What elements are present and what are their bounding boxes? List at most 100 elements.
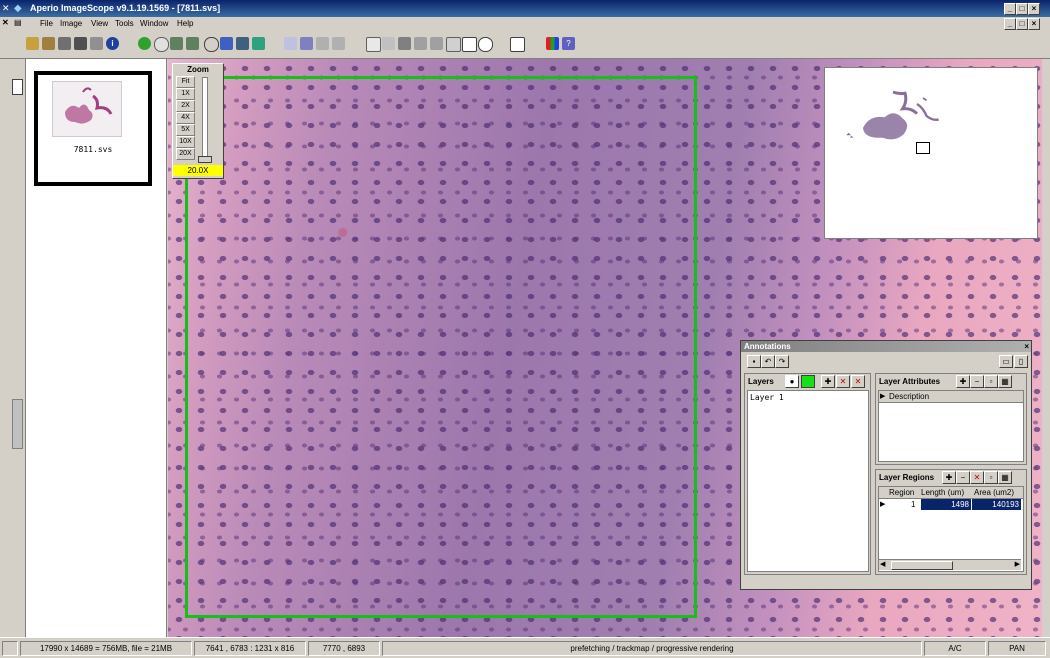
- select-arrow-icon[interactable]: [382, 37, 395, 50]
- sync-all-icon[interactable]: [186, 37, 199, 50]
- panel-toggle-button[interactable]: [12, 79, 23, 95]
- minimize-button[interactable]: _: [1004, 3, 1016, 15]
- ellipse-tool-icon[interactable]: [478, 37, 493, 52]
- zoom-2x-button[interactable]: 2X: [176, 100, 195, 112]
- maximize-button[interactable]: □: [1016, 3, 1028, 15]
- row-pointer-icon: ▶: [880, 393, 886, 400]
- slide-thumbnail-panel: 7811.svs: [26, 59, 167, 637]
- text-tool-icon[interactable]: [510, 37, 525, 52]
- layout-vertical-icon[interactable]: ▯: [1014, 355, 1028, 368]
- slide-thumbnail[interactable]: 7811.svs: [34, 71, 152, 186]
- area-column-header[interactable]: Area (um2): [974, 488, 1014, 497]
- menu-file[interactable]: File: [40, 19, 53, 28]
- open-slide-icon[interactable]: [42, 37, 55, 50]
- delete-layer-icon[interactable]: ✕: [836, 375, 850, 388]
- analysis-icon[interactable]: [332, 37, 345, 50]
- length-column-header[interactable]: Length (um): [921, 488, 964, 497]
- scroll-right-icon[interactable]: ▶: [1015, 560, 1020, 568]
- remove-region-icon[interactable]: −: [956, 471, 970, 484]
- layer-attributes-table: ▶ Description: [878, 390, 1024, 462]
- description-column-header[interactable]: Description: [889, 392, 929, 401]
- length-cell: 1498: [921, 499, 971, 510]
- ruler-icon[interactable]: [446, 37, 461, 52]
- region-info-icon[interactable]: ▫: [984, 471, 998, 484]
- arrow-tool-icon[interactable]: [494, 37, 507, 50]
- thumbnail-image: [52, 81, 122, 137]
- zoom-5x-button[interactable]: 5X: [176, 124, 195, 136]
- negative-pen-icon[interactable]: [430, 37, 443, 50]
- doc-restore-button[interactable]: □: [1016, 18, 1028, 30]
- redo-icon[interactable]: ↷: [775, 355, 789, 368]
- open-folder-icon[interactable]: [26, 37, 39, 50]
- menu-tools[interactable]: Tools: [115, 19, 134, 28]
- add-attribute-icon[interactable]: ✚: [956, 375, 970, 388]
- zoom-fit-button[interactable]: Fit: [176, 76, 195, 88]
- thumbnail-icon[interactable]: [236, 37, 249, 50]
- gutter-tools[interactable]: [12, 569, 21, 609]
- attribute-grid-icon[interactable]: ▦: [998, 375, 1012, 388]
- remove-attribute-icon[interactable]: −: [970, 375, 984, 388]
- layer-color-swatch[interactable]: [801, 375, 815, 388]
- annotations-close-icon[interactable]: ×: [1024, 341, 1029, 352]
- region-column-header[interactable]: Region: [889, 488, 914, 497]
- zoom-1x-button[interactable]: 1X: [176, 88, 195, 100]
- zoom-title: Zoom: [187, 65, 209, 74]
- doc-close-button[interactable]: ×: [1028, 18, 1040, 30]
- zoom-20x-button[interactable]: 20X: [176, 148, 195, 160]
- regions-horizontal-scrollbar[interactable]: ◀ ▶: [879, 559, 1021, 570]
- rectangle-annotation[interactable]: [185, 76, 697, 618]
- rectangle-tool-icon[interactable]: [462, 37, 477, 52]
- play-icon[interactable]: [138, 37, 151, 50]
- region-grid-icon[interactable]: ▦: [998, 471, 1012, 484]
- undo-icon[interactable]: ↶: [761, 355, 775, 368]
- zoom-10x-button[interactable]: 10X: [176, 136, 195, 148]
- info-icon[interactable]: i: [106, 37, 119, 50]
- overview-viewport-box[interactable]: [916, 142, 930, 154]
- annotations-window-icon[interactable]: [284, 37, 297, 50]
- snapshot-icon[interactable]: [398, 37, 411, 50]
- annotations-title-bar[interactable]: Annotations ×: [741, 341, 1031, 352]
- add-layer-icon[interactable]: ✚: [821, 375, 835, 388]
- overview-icon[interactable]: [220, 37, 233, 50]
- close-button[interactable]: ×: [1028, 3, 1040, 15]
- menu-view[interactable]: View: [91, 19, 108, 28]
- zoom-slider-thumb[interactable]: [198, 156, 212, 163]
- label-icon[interactable]: [252, 37, 265, 50]
- delete-all-layers-icon[interactable]: ✕: [851, 375, 865, 388]
- overview-tissue: [846, 90, 939, 140]
- help-icon[interactable]: ?: [562, 37, 575, 50]
- flag-icon[interactable]: [90, 37, 103, 50]
- sync-icon[interactable]: [170, 37, 183, 50]
- extract-icon[interactable]: [300, 37, 313, 50]
- gutter-scrollbar[interactable]: [12, 399, 23, 449]
- zoom-slider[interactable]: [198, 77, 212, 163]
- camera-icon[interactable]: [58, 37, 71, 50]
- delete-region-icon[interactable]: ✕: [970, 471, 984, 484]
- pen-icon[interactable]: [414, 37, 427, 50]
- scrollbar-thumb[interactable]: [891, 561, 953, 570]
- layer-visibility-icon[interactable]: ●: [785, 375, 799, 388]
- edit-annotation-icon[interactable]: [316, 37, 329, 50]
- title-bar: ✕ ◆ Aperio ImageScope v9.1.19.1569 - [78…: [0, 0, 1050, 17]
- scroll-left-icon[interactable]: ◀: [880, 560, 885, 568]
- properties-icon[interactable]: [74, 37, 87, 50]
- stop-icon[interactable]: [154, 37, 169, 52]
- pan-hand-icon[interactable]: [366, 37, 381, 52]
- layout-horizontal-icon[interactable]: ▭: [999, 355, 1013, 368]
- layer-item[interactable]: Layer 1: [750, 393, 784, 402]
- menu-window[interactable]: Window: [140, 19, 168, 28]
- save-icon[interactable]: ▪: [747, 355, 761, 368]
- close-document-icon[interactable]: ✕: [2, 18, 9, 27]
- menu-image[interactable]: Image: [60, 19, 82, 28]
- zoom-4x-button[interactable]: 4X: [176, 112, 195, 124]
- doc-minimize-button[interactable]: _: [1004, 18, 1016, 30]
- layer-regions-table: Region Length (um) Area (um2) ▶ 1 1498 1…: [878, 486, 1024, 572]
- menu-help[interactable]: Help: [177, 19, 193, 28]
- table-row[interactable]: ▶ 1 1498 140193: [879, 499, 1023, 510]
- slide-overview[interactable]: [824, 67, 1038, 239]
- color-adjust-icon[interactable]: [546, 37, 559, 50]
- system-menu-icon[interactable]: ✕: [2, 3, 10, 14]
- magnifier-icon[interactable]: [204, 37, 219, 52]
- attribute-info-icon[interactable]: ▫: [984, 375, 998, 388]
- add-region-icon[interactable]: ✚: [942, 471, 956, 484]
